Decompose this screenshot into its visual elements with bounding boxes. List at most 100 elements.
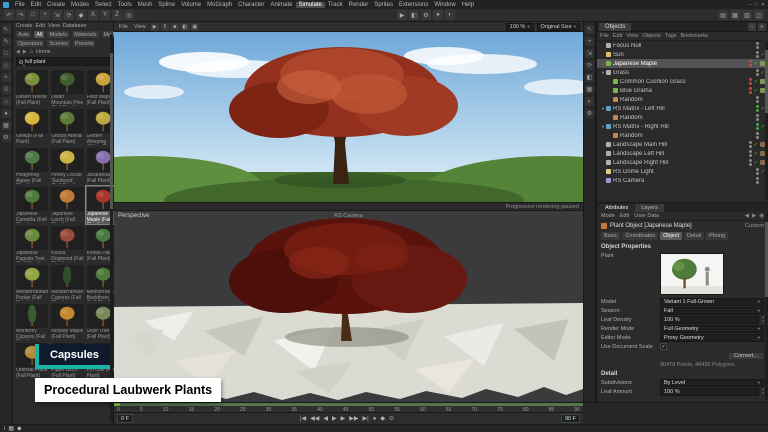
prev-frame-icon[interactable]: ◀ bbox=[323, 414, 328, 424]
minimize-button[interactable]: ─ bbox=[748, 2, 752, 8]
keyframe-icon[interactable]: ◆ bbox=[380, 414, 385, 424]
visibility-dots[interactable] bbox=[749, 87, 752, 94]
render-view-icon[interactable]: ▶ bbox=[397, 10, 407, 20]
category-tab-object[interactable]: Object bbox=[660, 232, 682, 240]
autokey-icon[interactable]: ⊙ bbox=[389, 414, 394, 424]
pen-icon[interactable]: ✎ bbox=[2, 37, 11, 46]
axis-x-icon[interactable]: X bbox=[88, 10, 98, 20]
model-dropdown[interactable]: Variant 1 Full-Grown▾ bbox=[660, 298, 764, 306]
nav-forward-icon[interactable]: ▶ bbox=[23, 49, 27, 55]
visibility-dots[interactable] bbox=[749, 78, 752, 85]
asset-item-hedgehog-agave-fall-plant[interactable]: Hedgehog Agave (Fall Plant) bbox=[15, 147, 49, 185]
use-document-scale-checkbox[interactable]: ✓ bbox=[660, 343, 667, 350]
menu-tools[interactable]: Tools bbox=[115, 2, 135, 8]
object-row-landscape-main-hill[interactable]: Landscape Main Hill ✓ bbox=[597, 140, 768, 149]
maximize-button[interactable]: □ bbox=[755, 2, 758, 8]
visibility-dots[interactable] bbox=[756, 105, 759, 112]
status-lock-icon[interactable]: ◆ bbox=[17, 424, 22, 432]
sphere-icon[interactable]: ● bbox=[2, 109, 11, 118]
enable-check-icon[interactable]: ✓ bbox=[754, 160, 758, 166]
viewport-rotate-icon[interactable]: ⟳ bbox=[585, 61, 594, 70]
asset-menu-view[interactable]: View bbox=[48, 23, 60, 29]
asset-item-honey-locust-sunburst-fall-plant[interactable]: Honey Locust 'Sunburst' (Fall Plant) bbox=[50, 147, 84, 185]
asset-item-japanese-camellia-fall-plant[interactable]: Japanese Camellia (Fall Plant) bbox=[15, 186, 49, 224]
next-frame-icon[interactable]: ▶ bbox=[341, 414, 346, 424]
spline-icon[interactable]: ◇ bbox=[2, 61, 11, 70]
menu-file[interactable]: File bbox=[12, 2, 28, 8]
material-manager-icon[interactable]: ● bbox=[433, 10, 443, 20]
live-selection-icon[interactable]: □ bbox=[28, 10, 38, 20]
menu-track[interactable]: Track bbox=[325, 2, 346, 8]
menu-edit[interactable]: Edit bbox=[28, 2, 44, 8]
object-row-landscape-left-hill[interactable]: Landscape Left Hill ✓ bbox=[597, 149, 768, 158]
prev-key-icon[interactable]: ◀◀ bbox=[310, 414, 319, 424]
filter-tab-materials[interactable]: Materials bbox=[72, 31, 98, 38]
filter-tab-models[interactable]: Models bbox=[47, 31, 69, 38]
object-menu-bookmarks[interactable]: Bookmarks bbox=[680, 33, 708, 39]
viewport-camera-label[interactable]: RS Camera bbox=[334, 213, 363, 219]
asset-item-ginkgo-fall-plant[interactable]: Ginkgo (Fall Plant) bbox=[15, 108, 49, 146]
home-icon[interactable]: ⌂ bbox=[2, 97, 11, 106]
menu-mograph[interactable]: MoGraph bbox=[204, 2, 235, 8]
move-icon[interactable]: + bbox=[40, 10, 50, 20]
custom-dropdown[interactable]: Custom bbox=[745, 223, 764, 229]
grid-icon[interactable]: ▦ bbox=[2, 121, 11, 130]
lock-icon[interactable]: ◉ bbox=[759, 213, 764, 219]
object-menu-objects[interactable]: Objects bbox=[642, 33, 661, 39]
asset-item-mediterranean-cypress-fall-plant[interactable]: Mediterranean Cypress (Fall Plant) bbox=[50, 264, 84, 302]
plant-preview-image[interactable] bbox=[660, 253, 724, 295]
object-menu-view[interactable]: View bbox=[626, 33, 638, 39]
layout-standard-icon[interactable]: ▤ bbox=[718, 10, 728, 20]
enable-check-icon[interactable]: ✓ bbox=[754, 79, 758, 85]
frame-end-field[interactable]: 90 F bbox=[561, 414, 580, 423]
render-stop-icon[interactable]: ■ bbox=[171, 23, 179, 31]
object-row-focus-null[interactable]: Focus Null ✓ bbox=[597, 41, 768, 50]
category-tab-coordinates[interactable]: Coordinates bbox=[622, 232, 658, 240]
object-row-rs-camera[interactable]: RS Camera ✓ bbox=[597, 176, 768, 185]
cube-icon[interactable]: □ bbox=[2, 49, 11, 58]
object-row-landscape-right-hill[interactable]: Landscape Right Hill ✓ bbox=[597, 158, 768, 167]
add-object-icon[interactable]: + bbox=[2, 73, 11, 82]
viewport-select-icon[interactable]: ↖ bbox=[585, 25, 594, 34]
visibility-dots[interactable] bbox=[756, 96, 759, 103]
asset-item-desert-willow-fall-plant[interactable]: Desert Willow (Fall Plant) bbox=[15, 69, 49, 107]
redo-icon[interactable]: ↷ bbox=[16, 10, 26, 20]
viewport-scale-icon[interactable]: ⇲ bbox=[585, 49, 594, 58]
mode-user-data[interactable]: User Data bbox=[634, 213, 659, 219]
asset-item-kousa-dogwood-fall-plant[interactable]: Kousa Dogwood (Fall Plant) bbox=[50, 225, 84, 263]
tab-objects[interactable]: Objects bbox=[599, 23, 631, 31]
play-icon[interactable]: ▶ bbox=[332, 414, 337, 424]
visibility-dots[interactable] bbox=[756, 132, 759, 139]
renderview-menu-file[interactable]: File bbox=[117, 24, 130, 30]
object-menu-edit[interactable]: Edit bbox=[613, 33, 622, 39]
timeline-ruler[interactable]: 051015202530354045505560657075808590 bbox=[114, 402, 583, 412]
menu-sprites[interactable]: Sprites bbox=[371, 2, 396, 8]
render-to-pv-icon[interactable]: ◧ bbox=[409, 10, 419, 20]
frame-start-field[interactable]: 0 F bbox=[117, 414, 133, 423]
object-row-common-cushion-grass[interactable]: Common Cushion Grass ✓ bbox=[597, 77, 768, 86]
spinner-icon[interactable]: ▴▾ bbox=[762, 388, 764, 395]
filter-icon[interactable]: ▦ bbox=[585, 85, 594, 94]
render-settings-icon[interactable]: ⚙ bbox=[421, 10, 431, 20]
display-mode-icon[interactable]: ◐ bbox=[585, 97, 594, 106]
visibility-dots[interactable] bbox=[756, 123, 759, 130]
visibility-dots[interactable] bbox=[749, 60, 752, 67]
search-input[interactable] bbox=[25, 59, 107, 65]
attr-tab-attributes[interactable]: Attributes bbox=[599, 204, 634, 212]
enable-check-icon[interactable]: ✓ bbox=[754, 142, 758, 148]
menu-spline[interactable]: Spline bbox=[155, 2, 178, 8]
status-info-icon[interactable]: i bbox=[4, 424, 5, 432]
viewport-move-icon[interactable]: + bbox=[585, 37, 594, 46]
leaf-density-field[interactable]: 100 % bbox=[660, 316, 759, 324]
season-dropdown[interactable]: Fall▾ bbox=[660, 307, 764, 315]
menu-window[interactable]: Window bbox=[431, 2, 458, 8]
object-row-japanese-maple[interactable]: Japanese Maple ✓ bbox=[597, 59, 768, 68]
status-grid-icon[interactable]: ▦ bbox=[8, 424, 14, 432]
menu-render[interactable]: Render bbox=[346, 2, 372, 8]
mode-edit[interactable]: Edit bbox=[620, 213, 629, 219]
breadcrumb[interactable]: Home bbox=[36, 49, 51, 55]
select-arrow-icon[interactable]: ↖ bbox=[2, 25, 11, 34]
zoom-level-dropdown[interactable]: 100 %▾ bbox=[506, 23, 534, 31]
renderview-menu-view[interactable]: View bbox=[132, 24, 148, 30]
last-tool-icon[interactable]: ◆ bbox=[76, 10, 86, 20]
